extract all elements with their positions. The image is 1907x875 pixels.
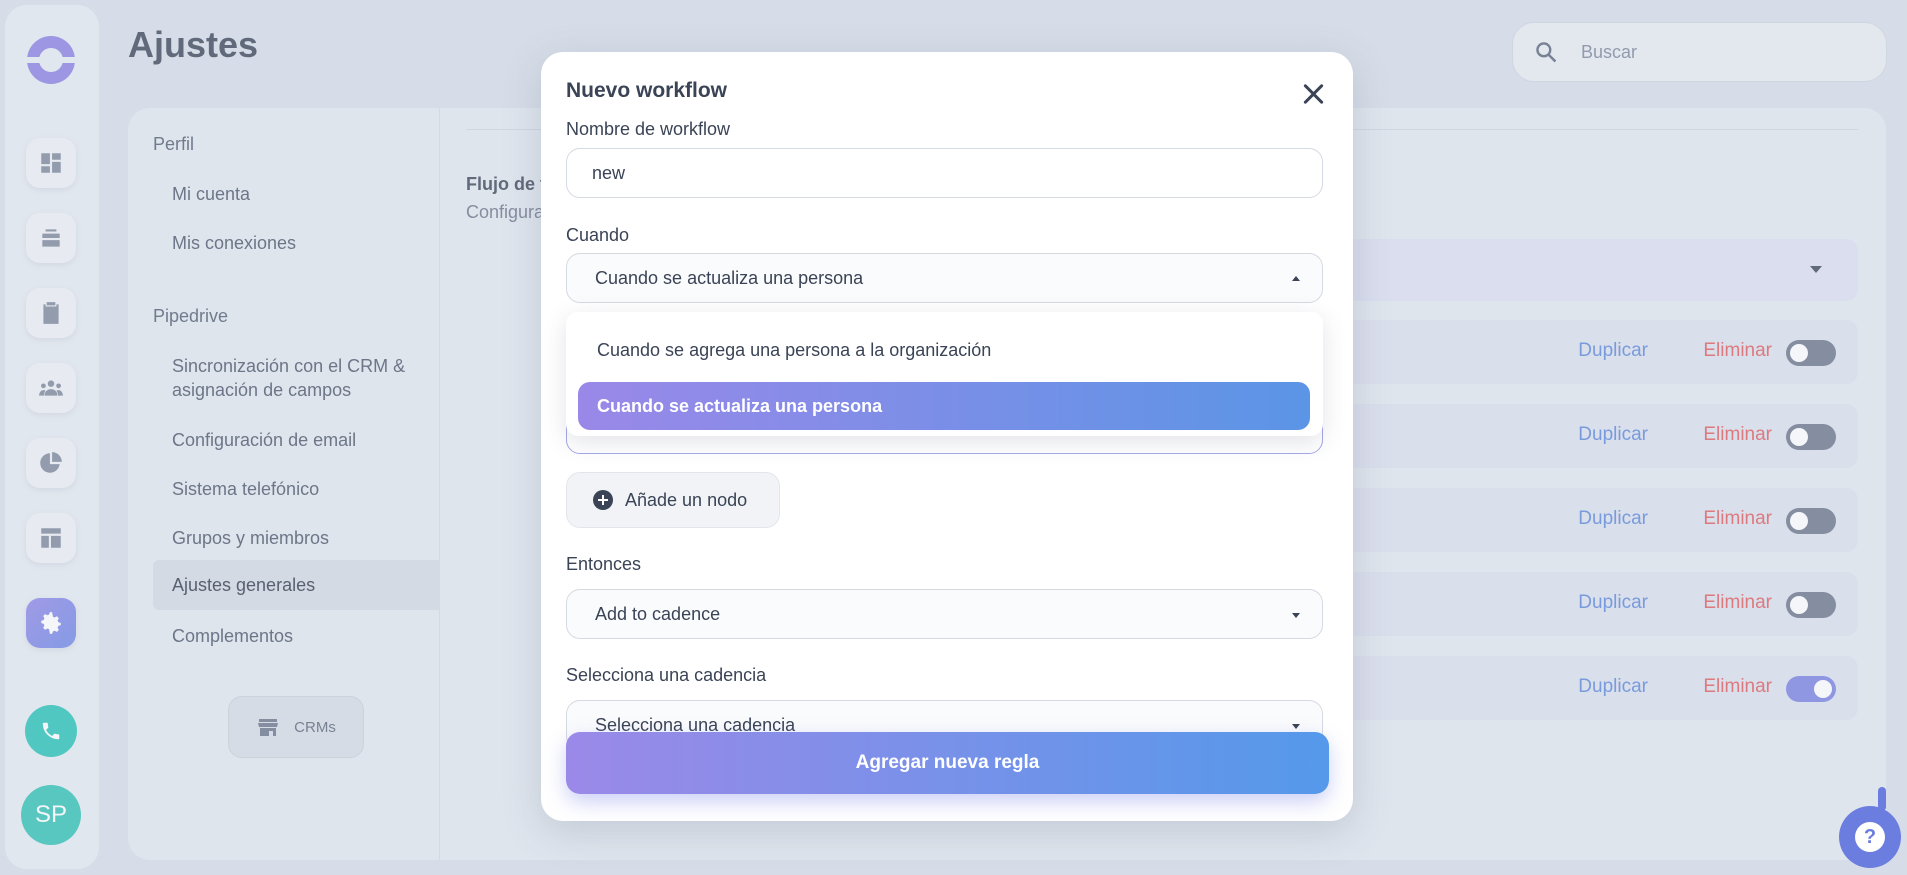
chevron-down-icon (1292, 613, 1300, 618)
when-option-selected[interactable]: Cuando se actualiza una persona (578, 382, 1310, 430)
workflow-name-input[interactable] (566, 148, 1323, 198)
when-select[interactable]: Cuando se actualiza una persona (566, 253, 1323, 303)
add-node-button[interactable]: Añade un nodo (566, 472, 780, 528)
new-workflow-modal: Nuevo workflow Nombre de workflow Cuando… (541, 52, 1353, 821)
cadence-label: Selecciona una cadencia (566, 665, 767, 685)
when-label: Cuando (566, 225, 630, 245)
then-label: Entonces (566, 554, 642, 574)
close-icon[interactable] (1300, 80, 1328, 108)
help-button[interactable]: ? (1839, 806, 1901, 868)
chevron-down-icon (1292, 724, 1300, 729)
plus-circle-icon (593, 490, 613, 510)
workflow-name-label: Nombre de workflow (566, 119, 731, 139)
when-dropdown: Cuando se agrega una persona a la organi… (566, 312, 1323, 436)
add-rule-button[interactable]: Agregar nueva regla (566, 732, 1329, 794)
when-select-value: Cuando se actualiza una persona (595, 267, 864, 288)
then-select-value: Add to cadence (595, 603, 721, 624)
help-icon: ? (1855, 822, 1885, 852)
chevron-up-icon (1292, 276, 1300, 281)
add-node-label: Añade un nodo (625, 489, 748, 510)
modal-title: Nuevo workflow (566, 79, 728, 102)
then-select[interactable]: Add to cadence (566, 589, 1323, 639)
when-option[interactable]: Cuando se agrega una persona a la organi… (578, 326, 1310, 374)
